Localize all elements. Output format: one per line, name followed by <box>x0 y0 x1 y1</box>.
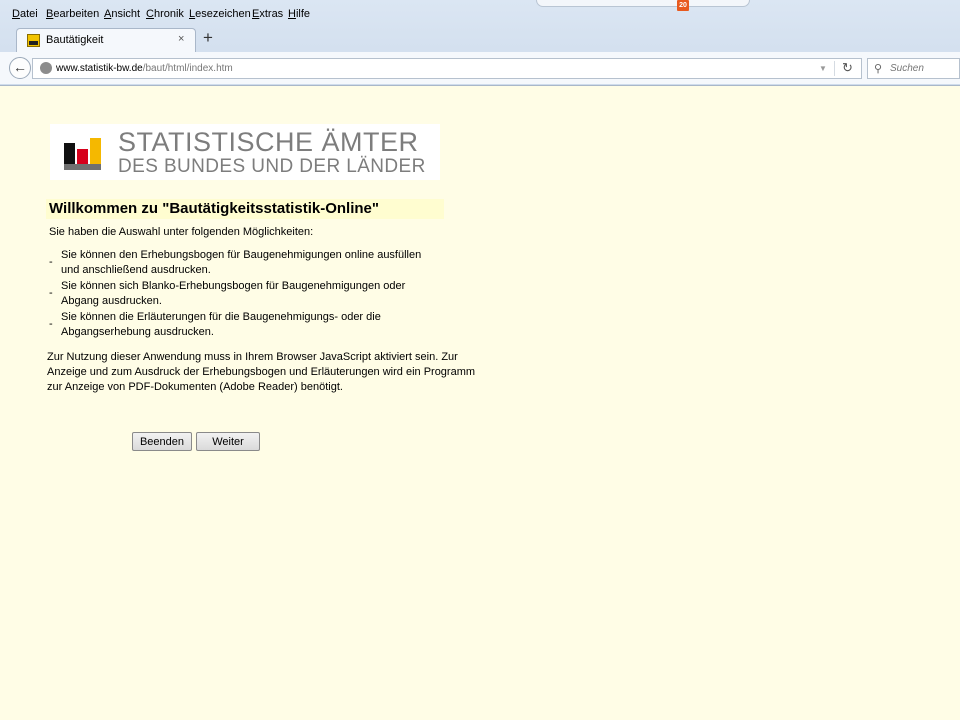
menu-bearbeiten[interactable]: Bearbeiten <box>46 8 99 20</box>
menu-lesezeichen[interactable]: Lesezeichen <box>189 8 251 20</box>
option-bullet: - <box>49 318 53 330</box>
reload-icon[interactable]: ↻ <box>842 60 853 76</box>
site-favicon-icon <box>27 34 40 47</box>
navigation-bar: ← www.statistik-bw.de/baut/html/index.ht… <box>0 52 960 84</box>
search-icon: ⚲ <box>874 63 883 75</box>
back-button[interactable]: ← <box>9 57 31 79</box>
logo-underline <box>64 164 101 170</box>
url-host: www.statistik-bw.de <box>56 63 143 74</box>
option-text: Sie können den Erhebungsbogen für Baugen… <box>61 249 422 276</box>
tab-strip: Bautätigkeit × + <box>0 26 960 52</box>
back-arrow-icon: ← <box>13 59 27 75</box>
search-placeholder: Suchen <box>890 63 924 74</box>
option-text: Sie können sich Blanko-Erhebungsbogen fü… <box>61 280 406 307</box>
quit-button[interactable]: Beenden <box>132 432 192 451</box>
menu-chronik[interactable]: Chronik <box>146 8 184 20</box>
requirements-note: Zur Nutzung dieser Anwendung muss in Ihr… <box>47 351 476 393</box>
globe-icon <box>40 62 52 74</box>
page-content: STATISTISCHE ÄMTER DES BUNDES UND DER LÄ… <box>0 86 960 720</box>
url-text[interactable]: www.statistik-bw.de/baut/html/index.htm <box>56 63 233 74</box>
menu-hilfe[interactable]: Hilfe <box>288 8 310 20</box>
new-tab-button[interactable]: + <box>203 28 213 48</box>
menu-bar: Datei Bearbeiten Ansicht Chronik Lesezei… <box>0 6 960 24</box>
tab-title: Bautätigkeit <box>46 34 104 46</box>
page-title: Willkommen zu "Bautätigkeitsstatistik-On… <box>46 199 444 219</box>
logo: STATISTISCHE ÄMTER DES BUNDES UND DER LÄ… <box>50 124 440 180</box>
menu-extras[interactable]: Extras <box>252 8 283 20</box>
url-path: /baut/html/index.htm <box>142 63 233 74</box>
option-text: Sie können die Erläuterungen für die Bau… <box>61 311 381 338</box>
menu-datei[interactable]: Datei <box>12 8 38 20</box>
browser-chrome: 20 Datei Bearbeiten Ansicht Chronik Lese… <box>0 0 960 86</box>
logo-subtitle: DES BUNDES UND DER LÄNDER <box>118 156 426 177</box>
close-tab-icon[interactable]: × <box>178 33 184 45</box>
tab-bautaetigkeit[interactable]: Bautätigkeit × <box>16 28 196 52</box>
logo-title: STATISTISCHE ÄMTER <box>118 127 419 157</box>
url-bar[interactable]: www.statistik-bw.de/baut/html/index.htm … <box>32 58 862 79</box>
next-button[interactable]: Weiter <box>196 432 260 451</box>
url-separator <box>834 61 835 76</box>
menu-ansicht[interactable]: Ansicht <box>104 8 140 20</box>
option-bullet: - <box>49 287 53 299</box>
option-bullet: - <box>49 256 53 268</box>
search-bar[interactable]: ⚲ Suchen <box>867 58 960 79</box>
intro-text: Sie haben die Auswahl unter folgenden Mö… <box>49 226 314 238</box>
dropdown-icon[interactable]: ▼ <box>819 64 827 73</box>
